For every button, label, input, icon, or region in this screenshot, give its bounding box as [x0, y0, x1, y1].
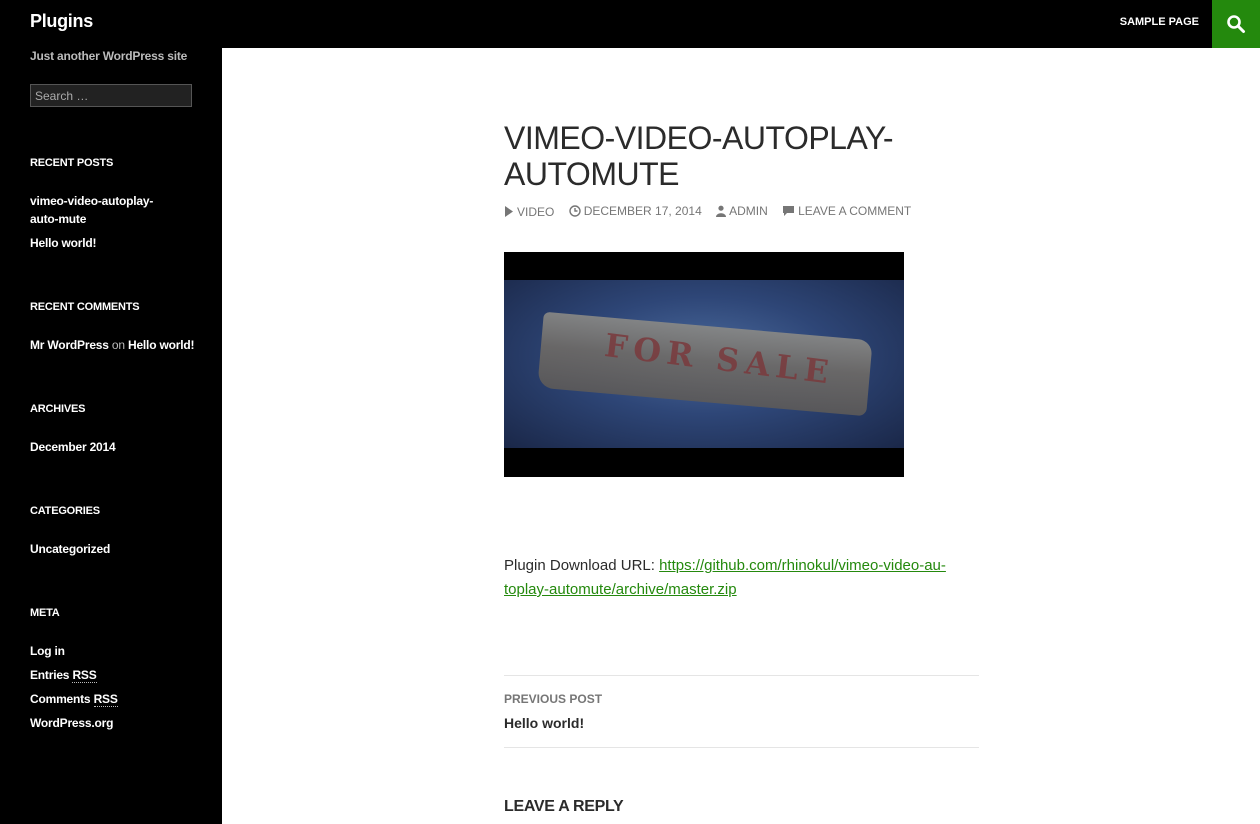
nav-sample-page[interactable]: SAMPLE PAGE	[1120, 16, 1199, 28]
plugin-download-label: Plugin Download URL:	[504, 557, 655, 574]
entries-label: Entries	[30, 668, 70, 682]
sidebar: Just another WordPress site RECENT POSTS…	[0, 48, 222, 824]
comments-label: Comments	[30, 692, 91, 706]
plugin-download-paragraph: Plugin Download URL: https://github.com/…	[504, 554, 984, 602]
leave-comment-label: LEAVE A COMMENT	[798, 204, 912, 218]
vimeo-video-player[interactable]: FOR SALE	[504, 252, 904, 477]
user-icon	[716, 205, 727, 217]
recent-posts-widget: RECENT POSTS vimeo-video-autoplay-auto-m…	[30, 157, 200, 258]
leave-reply-heading: LEAVE A REPLY	[504, 798, 624, 815]
previous-post-label: PREVIOUS POST	[504, 692, 603, 706]
comment-post-link[interactable]: Hello world!	[128, 338, 194, 352]
clock-icon	[568, 205, 581, 217]
search-toggle-button[interactable]	[1212, 0, 1260, 48]
previous-post-link[interactable]: Hello world!	[504, 715, 584, 731]
post-date: DECEMBER 17, 2014	[583, 204, 702, 218]
comments-rss-link[interactable]: Comments RSS	[30, 690, 200, 708]
comment-author-link[interactable]: Mr WordPress	[30, 338, 109, 352]
recent-post-link[interactable]: vimeo-video-autoplay-auto-mute	[30, 192, 180, 228]
widget-title: META	[30, 607, 60, 619]
rss-abbr: RSS	[93, 692, 118, 707]
site-header: Plugins SAMPLE PAGE	[0, 0, 1260, 48]
wordpress-org-link[interactable]: WordPress.org	[30, 714, 200, 732]
post-title: VIMEO-VIDEO-AUTOPLAY-AUTOMUTE	[504, 120, 894, 192]
post-date-link[interactable]: DECEMBER 17, 2014	[568, 204, 702, 218]
video-frame: FOR SALE	[504, 280, 904, 448]
category-link[interactable]: Uncategorized	[30, 540, 200, 558]
recent-post-link[interactable]: Hello world!	[30, 234, 200, 252]
comment-on-text: on	[111, 338, 125, 352]
post-meta: VIDEO DECEMBER 17, 2014 ADMIN LEAVE A CO…	[504, 204, 922, 220]
widget-title: ARCHIVES	[30, 403, 86, 415]
categories-widget: CATEGORIES Uncategorized	[30, 505, 200, 564]
site-tagline: Just another WordPress site	[30, 49, 188, 63]
post-author-link[interactable]: ADMIN	[716, 204, 768, 218]
search-input[interactable]	[30, 84, 192, 107]
widget-title: RECENT COMMENTS	[30, 301, 140, 313]
archives-widget: ARCHIVES December 2014	[30, 403, 200, 462]
site-title[interactable]: Plugins	[30, 11, 93, 32]
leave-comment-link[interactable]: LEAVE A COMMENT	[782, 204, 911, 218]
play-icon	[505, 206, 513, 217]
log-in-link[interactable]: Log in	[30, 642, 200, 660]
post-format-label: VIDEO	[517, 204, 555, 219]
widget-title: RECENT POSTS	[30, 157, 114, 169]
recent-comment: Mr WordPress on Hello world!	[30, 336, 200, 354]
post-navigation: PREVIOUS POST Hello world!	[504, 675, 979, 748]
post-format-link[interactable]: VIDEO	[504, 205, 554, 219]
post-author: ADMIN	[729, 204, 768, 218]
widget-title: CATEGORIES	[30, 505, 100, 517]
archive-link[interactable]: December 2014	[30, 438, 200, 456]
search-icon	[1227, 15, 1245, 33]
recent-comments-widget: RECENT COMMENTS Mr WordPress on Hello wo…	[30, 301, 200, 360]
comment-icon	[783, 206, 795, 216]
plugin-url-part-1: https://github.com/rhinokul/vimeo-video-…	[659, 557, 946, 574]
entries-rss-link[interactable]: Entries RSS	[30, 666, 200, 684]
meta-widget: META Log in Entries RSS Comments RSS Wor…	[30, 607, 200, 738]
plugin-url-part-2: toplay-automute/archive/master.zip	[504, 581, 737, 598]
rss-abbr: RSS	[72, 668, 97, 683]
